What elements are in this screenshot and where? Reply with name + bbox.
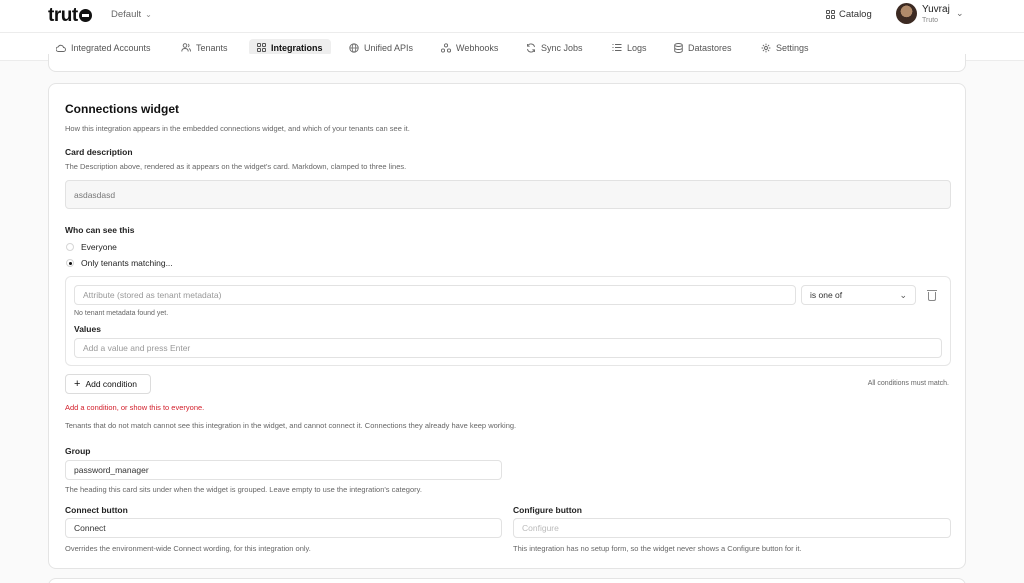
group-help: The heading this card sits under when th…: [65, 485, 422, 494]
webhook-icon: [441, 42, 451, 53]
avatar[interactable]: [896, 3, 917, 24]
environment-label: Default: [111, 9, 142, 20]
gear-icon: [761, 43, 771, 52]
card-description-label: Card description: [65, 147, 133, 157]
tenants-note: Tenants that do not match cannot see thi…: [65, 421, 517, 430]
group-input[interactable]: password_manager: [65, 460, 502, 480]
chevron-down-icon: ⌄: [899, 290, 907, 300]
radio-everyone[interactable]: [66, 243, 74, 251]
sync-icon: [527, 43, 535, 52]
operator-select[interactable]: is one of ⌄: [801, 285, 916, 305]
error-message: Add a condition, or show this to everyon…: [65, 403, 205, 412]
catalog-label: Catalog: [839, 9, 872, 20]
truto-logo[interactable]: trut: [48, 5, 92, 27]
grid-icon: [826, 10, 835, 19]
tab-label: Logs: [627, 42, 647, 53]
values-input[interactable]: Add a value and press Enter: [74, 338, 942, 358]
configure-button-help: This integration has no setup form, so t…: [513, 544, 802, 553]
values-label: Values: [74, 324, 101, 334]
section-subtitle: How this integration appears in the embe…: [65, 124, 410, 133]
user-name: Yuvraj: [922, 4, 950, 15]
attribute-input[interactable]: Attribute (stored as tenant metadata): [74, 285, 796, 305]
group-label: Group: [65, 446, 91, 456]
tab-label: Webhooks: [456, 42, 499, 53]
user-org: Truto: [922, 17, 939, 24]
visibility-label: Who can see this: [65, 225, 135, 235]
card-description-field: asdasdasd: [65, 180, 951, 209]
environment-switcher[interactable]: Default ⌄: [111, 9, 152, 20]
connections-widget-card: Connections widget How this integration …: [48, 83, 966, 569]
tab-label: Integrated Accounts: [71, 42, 151, 53]
database-icon: [674, 42, 683, 53]
globe-icon: [349, 42, 359, 53]
catalog-button[interactable]: Catalog: [826, 9, 872, 20]
chevron-down-icon: ⌄: [145, 10, 152, 19]
section-title: Connections widget: [65, 102, 179, 116]
no-metadata-note: No tenant metadata found yet.: [74, 310, 169, 317]
connect-button-help: Overrides the environment-wide Connect w…: [65, 544, 311, 553]
plus-icon: +: [74, 377, 81, 390]
tab-label: Unified APIs: [364, 42, 414, 53]
radio-only-tenants[interactable]: [66, 259, 74, 267]
card-description-help: The Description above, rendered as it ap…: [65, 162, 407, 171]
top-bar: trut Default ⌄ Catalog Yuvraj Truto ⌄: [0, 0, 1024, 32]
connect-button-input[interactable]: Connect: [65, 518, 502, 538]
list-icon: [612, 44, 622, 51]
add-condition-label: Add condition: [85, 379, 137, 389]
configure-button-input[interactable]: Configure: [513, 518, 951, 538]
next-section-card: [48, 578, 966, 583]
operator-value: is one of: [810, 290, 843, 300]
configure-button-label: Configure button: [513, 505, 582, 515]
user-menu-chevron-icon[interactable]: ⌄: [956, 8, 964, 19]
tab-label: Sync Jobs: [541, 42, 583, 53]
condition-row: Attribute (stored as tenant metadata) is…: [65, 276, 951, 366]
trash-icon[interactable]: [927, 290, 937, 301]
all-conditions-note: All conditions must match.: [867, 380, 949, 387]
users-icon: [181, 43, 191, 52]
logo-mark-icon: [78, 9, 92, 22]
radio-only-tenants-label[interactable]: Only tenants matching...: [81, 258, 173, 268]
add-condition-button[interactable]: + Add condition: [65, 374, 151, 394]
tab-label: Tenants: [196, 42, 228, 53]
grid-icon: [257, 43, 266, 52]
logo-text: trut: [48, 5, 78, 26]
radio-everyone-label[interactable]: Everyone: [81, 242, 117, 252]
previous-section-card: [48, 54, 966, 72]
cloud-icon: [56, 44, 66, 52]
tab-label: Datastores: [688, 42, 732, 53]
tab-label: Settings: [776, 42, 809, 53]
tab-label: Integrations: [271, 42, 323, 53]
connect-button-label: Connect button: [65, 505, 128, 515]
